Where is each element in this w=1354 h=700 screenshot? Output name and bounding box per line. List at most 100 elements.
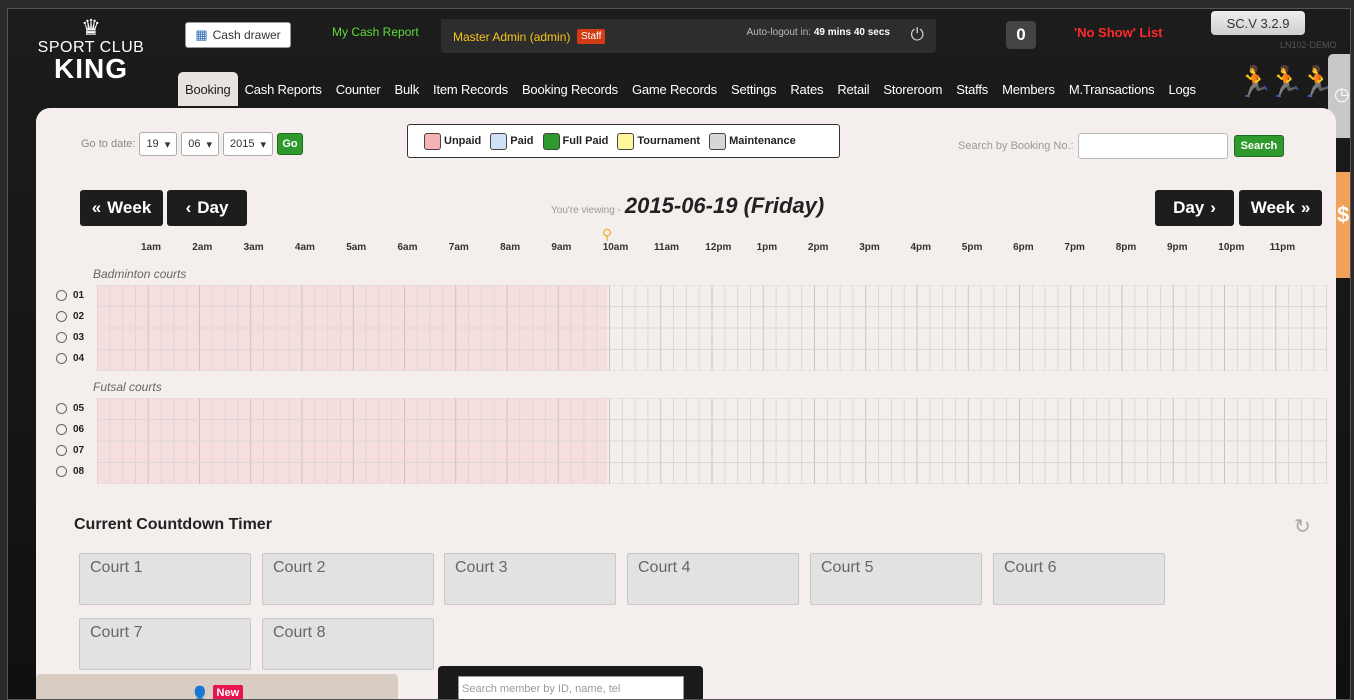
court-row: 05	[56, 401, 1326, 417]
booking-search-label: Search by Booking No.:	[958, 140, 1074, 152]
hour-label: 7am	[448, 242, 469, 253]
nav-m-transactions[interactable]: M.Transactions	[1062, 72, 1162, 106]
countdown-court[interactable]: Court 4	[627, 553, 799, 605]
countdown-court[interactable]: Court 1	[79, 553, 251, 605]
dollar-icon: $	[1337, 202, 1350, 227]
nav-logs[interactable]: Logs	[1161, 72, 1202, 106]
search-button[interactable]: Search	[1233, 135, 1285, 157]
admin-name[interactable]: Master Admin (admin)	[453, 30, 570, 44]
notification-counter[interactable]: 0	[1006, 21, 1036, 49]
my-cash-report-link[interactable]: My Cash Report	[332, 25, 419, 39]
court-row: 06	[56, 422, 1326, 438]
month-select[interactable]: 06 ▾	[181, 132, 219, 156]
sport-figures-icon: 🏃🏃🏃	[1236, 66, 1336, 99]
nav-members[interactable]: Members	[995, 72, 1062, 106]
legend-paid: Paid	[490, 132, 534, 150]
nav-cash-reports[interactable]: Cash Reports	[238, 72, 329, 106]
hour-label: 10am	[602, 242, 629, 253]
nav-staffs[interactable]: Staffs	[949, 72, 995, 106]
hour-label: 8am	[500, 242, 521, 253]
legend-swatch	[542, 132, 560, 150]
countdown-court[interactable]: Court 6	[993, 553, 1165, 605]
year-select[interactable]: 2015 ▾	[223, 132, 274, 156]
next-day-button[interactable]: Day ›	[1155, 190, 1234, 226]
dropdown-arrow-icon: ▾	[260, 138, 267, 151]
nav-item-records[interactable]: Item Records	[426, 72, 515, 106]
next-week-button[interactable]: Week»	[1239, 190, 1322, 226]
countdown-court[interactable]: Court 5	[810, 553, 982, 605]
nav-storeroom[interactable]: Storeroom	[876, 72, 949, 106]
user-icon: 👤	[190, 686, 210, 700]
member-search-input[interactable]: Search member by ID, name, tel	[458, 676, 684, 699]
power-icon[interactable]: ⏻	[911, 25, 924, 45]
light-bulb-icon[interactable]	[56, 445, 67, 456]
legend-tournament: Tournament	[617, 132, 700, 150]
court-row: 02	[56, 309, 1326, 325]
hour-label: 6pm	[1013, 242, 1034, 253]
new-member-tab[interactable]: 👤 New	[36, 674, 398, 700]
goto-date-label: Go to date:	[81, 138, 136, 150]
cash-drawer-label: Cash drawer	[212, 28, 281, 42]
nav-booking-records[interactable]: Booking Records	[515, 72, 625, 106]
countdown-court[interactable]: Court 8	[262, 618, 434, 670]
nav-settings[interactable]: Settings	[724, 72, 783, 106]
light-bulb-icon[interactable]	[56, 332, 67, 343]
new-badge: New	[212, 685, 244, 699]
site-label: LN102-DEMO	[1280, 40, 1337, 50]
main-nav: Booking Cash Reports Counter Bulk Item R…	[178, 72, 1203, 106]
light-bulb-icon[interactable]	[56, 353, 67, 364]
light-bulb-icon[interactable]	[56, 290, 67, 301]
hour-label: 5pm	[961, 242, 983, 253]
light-bulb-icon[interactable]	[56, 311, 67, 322]
booking-search: Search by Booking No.: Search	[958, 133, 1285, 159]
dropdown-arrow-icon: ▾	[164, 138, 171, 151]
booking-panel: Go to date: 19 ▾ 06 ▾ 2015 ▾ Go Unpaid Paid…	[36, 108, 1336, 699]
status-legend: Unpaid Paid Full Paid Tournament Mainten…	[407, 124, 840, 158]
no-show-list-link[interactable]: 'No Show' List	[1074, 25, 1163, 40]
countdown-court[interactable]: Court 2	[262, 553, 434, 605]
court-row: 03	[56, 330, 1326, 346]
refresh-icon[interactable]: ↻	[1294, 514, 1311, 539]
legend-swatch	[709, 132, 727, 150]
light-bulb-icon[interactable]	[56, 424, 67, 435]
hour-label: 4am	[294, 242, 315, 253]
version-badge: SC.V 3.2.9	[1211, 11, 1305, 35]
nav-rates[interactable]: Rates	[783, 72, 830, 106]
nav-booking[interactable]: Booking	[178, 72, 238, 106]
hour-label: 3am	[243, 242, 264, 253]
go-button[interactable]: Go	[277, 133, 304, 155]
hour-label: 7pm	[1064, 242, 1085, 253]
countdown-title: Current Countdown Timer	[74, 516, 272, 533]
hour-label: 11am	[654, 242, 680, 253]
nav-game-records[interactable]: Game Records	[625, 72, 724, 106]
countdown-court[interactable]: Court 7	[79, 618, 251, 670]
nav-bulk[interactable]: Bulk	[388, 72, 427, 106]
hour-label: 12pm	[705, 242, 732, 253]
day-select[interactable]: 19 ▾	[139, 132, 178, 156]
countdown-court[interactable]: Court 3	[444, 553, 616, 605]
hour-label: 9am	[551, 242, 572, 253]
light-bulb-icon[interactable]	[56, 403, 67, 414]
booking-number-input[interactable]	[1077, 133, 1228, 159]
prev-day-button[interactable]: ‹ Day	[167, 190, 247, 226]
nav-counter[interactable]: Counter	[329, 72, 388, 106]
court-row: 08	[56, 464, 1326, 480]
viewing-date: You're viewing - 2015-06-19 (Friday)	[551, 193, 825, 218]
cash-drawer-button[interactable]: ▦ Cash drawer	[185, 22, 291, 48]
legend-swatch	[424, 132, 441, 150]
goto-date: Go to date: 19 ▾ 06 ▾ 2015 ▾ Go	[81, 132, 304, 156]
legend-maintenance: Maintenance	[709, 132, 796, 150]
light-bulb-icon[interactable]	[56, 466, 67, 477]
legend-unpaid: Unpaid	[424, 132, 481, 150]
crown-icon: ♛	[81, 15, 101, 40]
hour-label: 2pm	[807, 242, 829, 253]
cash-register-icon: ▦	[195, 27, 208, 42]
legend-swatch	[617, 132, 635, 150]
hour-labels: 1am 2am 3am 4am 5am 6am 7am 8am 9am 10am 11am 12pm 1…	[36, 242, 1336, 258]
nav-retail[interactable]: Retail	[830, 72, 876, 106]
hour-label: 8pm	[1115, 242, 1137, 253]
hour-label: 5am	[346, 242, 367, 253]
hour-label: 4pm	[910, 242, 932, 253]
auto-logout-timer: Auto-logout in: 49 mins 40 secs	[746, 27, 890, 38]
prev-week-button[interactable]: «Week	[80, 190, 163, 226]
